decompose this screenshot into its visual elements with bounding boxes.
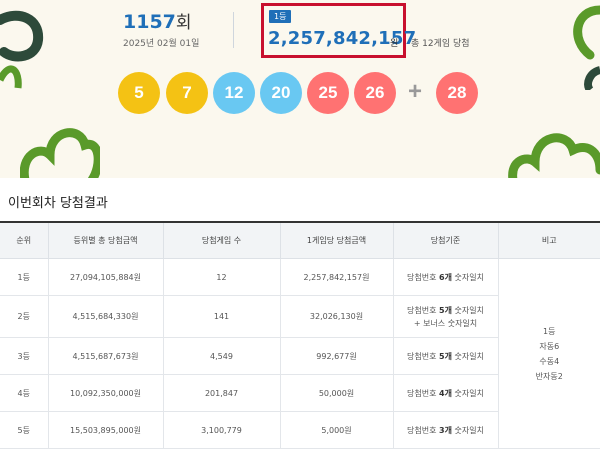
rank-cell: 4등	[0, 375, 48, 412]
criteria-cell: 당첨번호 4개 숫자일치	[393, 375, 498, 412]
number-ball: 12	[213, 72, 255, 114]
remark-line: 반자동2	[499, 369, 600, 384]
decorative-leaf-top-right	[550, 0, 600, 90]
number-ball: 7	[166, 72, 208, 114]
round-number: 1157회	[123, 8, 192, 33]
criteria-count: 5개	[439, 352, 452, 361]
remark-line: 자동6	[499, 339, 600, 354]
criteria-bonus-text: + 보너스 숫자일치	[414, 319, 477, 328]
criteria-text: 숫자일치	[452, 273, 484, 282]
column-header: 비고	[498, 222, 600, 259]
per-game-amount-cell: 32,026,130원	[280, 296, 393, 338]
winning-games-cell: 141	[163, 296, 280, 338]
per-game-amount-cell: 50,000원	[280, 375, 393, 412]
first-prize-badge: 1등	[269, 10, 291, 23]
first-prize-winners: 총 12게임 당첨	[411, 36, 470, 49]
number-ball: 25	[307, 72, 349, 114]
column-header: 당첨게임 수	[163, 222, 280, 259]
winning-games-cell: 4,549	[163, 338, 280, 375]
criteria-text: 숫자일치	[452, 306, 484, 315]
winning-games-cell: 12	[163, 259, 280, 296]
section-title: 이번회차 당첨결과	[8, 192, 108, 211]
bonus-number-ball: 28	[436, 72, 478, 114]
decorative-leaf-top-left	[0, 0, 60, 90]
remark-line: 1등	[499, 324, 600, 339]
rank-cell: 2등	[0, 296, 48, 338]
criteria-text: 당첨번호	[407, 426, 439, 435]
draw-result-banner: 1157회 2025년 02월 01일 1등 2,257,842,157 원 총…	[0, 0, 600, 178]
criteria-count: 5개	[439, 306, 452, 315]
column-header: 당첨기준	[393, 222, 498, 259]
plus-icon: +	[408, 78, 422, 106]
criteria-text: 당첨번호	[407, 352, 439, 361]
draw-date: 2025년 02월 01일	[123, 36, 199, 49]
number-ball: 5	[118, 72, 160, 114]
remark-line: 수동4	[499, 354, 600, 369]
criteria-text: 숫자일치	[452, 352, 484, 361]
total-amount-cell: 4,515,684,330원	[48, 296, 163, 338]
criteria-count: 3개	[439, 426, 452, 435]
criteria-text: 숫자일치	[452, 389, 484, 398]
total-amount-cell: 27,094,105,884원	[48, 259, 163, 296]
rank-cell: 3등	[0, 338, 48, 375]
criteria-cell: 당첨번호 6개 숫자일치	[393, 259, 498, 296]
number-ball: 20	[260, 72, 302, 114]
decorative-bush-right	[505, 110, 600, 178]
column-header: 등위별 총 당첨금액	[48, 222, 163, 259]
criteria-cell: 당첨번호 5개 숫자일치 + 보너스 숫자일치	[393, 296, 498, 338]
round-suffix: 회	[176, 13, 192, 33]
per-game-amount-cell: 992,677원	[280, 338, 393, 375]
first-prize-unit: 원	[390, 36, 398, 49]
divider	[233, 12, 234, 48]
criteria-count: 6개	[439, 273, 452, 282]
criteria-text: 당첨번호	[407, 389, 439, 398]
decorative-bush-left	[20, 110, 100, 178]
total-amount-cell: 10,092,350,000원	[48, 375, 163, 412]
rank-cell: 1등	[0, 259, 48, 296]
criteria-text: 당첨번호	[407, 273, 439, 282]
number-ball: 26	[354, 72, 396, 114]
criteria-cell: 당첨번호 5개 숫자일치	[393, 338, 498, 375]
prize-results-table: 순위 등위별 총 당첨금액 당첨게임 수 1게임당 당첨금액 당첨기준 비고 1…	[0, 221, 600, 449]
column-header: 1게임당 당첨금액	[280, 222, 393, 259]
criteria-count: 4개	[439, 389, 452, 398]
round-number-value: 1157	[123, 11, 176, 33]
criteria-text: 당첨번호	[407, 306, 439, 315]
winning-games-cell: 201,847	[163, 375, 280, 412]
table-header-row: 순위 등위별 총 당첨금액 당첨게임 수 1게임당 당첨금액 당첨기준 비고	[0, 222, 600, 259]
criteria-text: 숫자일치	[452, 426, 484, 435]
table-row: 1등 27,094,105,884원 12 2,257,842,157원 당첨번…	[0, 259, 600, 296]
remarks-cell: 1등 자동6 수동4 반자동2	[498, 259, 600, 449]
column-header: 순위	[0, 222, 48, 259]
per-game-amount-cell: 2,257,842,157원	[280, 259, 393, 296]
total-amount-cell: 4,515,687,673원	[48, 338, 163, 375]
